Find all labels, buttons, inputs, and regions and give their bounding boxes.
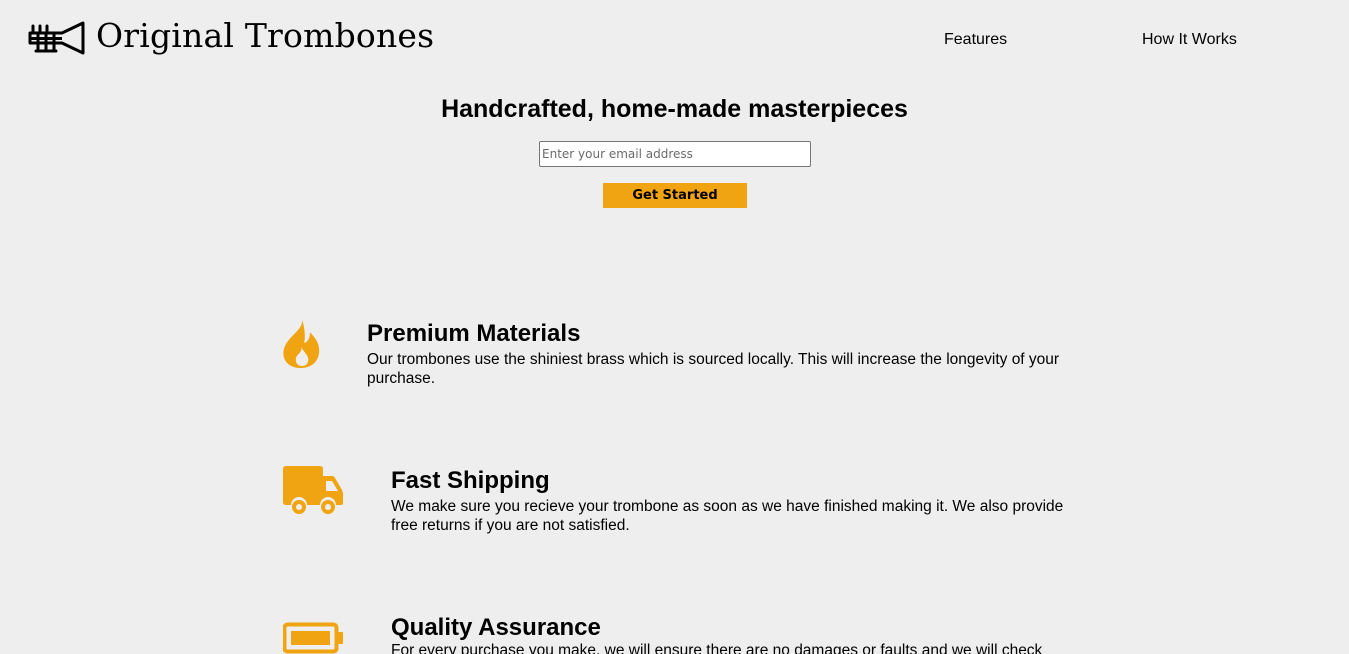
feature-description: Our trombones use the shiniest brass whi… bbox=[367, 351, 1060, 387]
logo[interactable]: Original Trombones bbox=[28, 16, 434, 60]
logo-text: Original Trombones bbox=[96, 15, 435, 55]
battery-icon bbox=[283, 622, 343, 654]
fire-icon bbox=[283, 319, 320, 368]
feature-description: We make sure you recieve your trombone a… bbox=[391, 498, 1064, 534]
trumpet-icon bbox=[28, 21, 85, 55]
landing-page: Original Trombones Features How It Works… bbox=[0, 0, 1349, 654]
nav-link-features[interactable]: Features bbox=[944, 31, 1007, 49]
truck-icon bbox=[283, 466, 343, 514]
feature-title: Fast Shipping bbox=[391, 467, 550, 494]
email-input[interactable] bbox=[539, 141, 811, 167]
feature-title: Premium Materials bbox=[367, 320, 581, 347]
nav-link-how-it-works[interactable]: How It Works bbox=[1142, 31, 1237, 49]
get-started-button[interactable]: Get Started bbox=[603, 183, 747, 208]
hero-title: Handcrafted, home-made masterpieces bbox=[441, 95, 908, 123]
feature-description: For every purchase you make, we will ens… bbox=[391, 642, 1043, 654]
feature-title: Quality Assurance bbox=[391, 614, 601, 641]
